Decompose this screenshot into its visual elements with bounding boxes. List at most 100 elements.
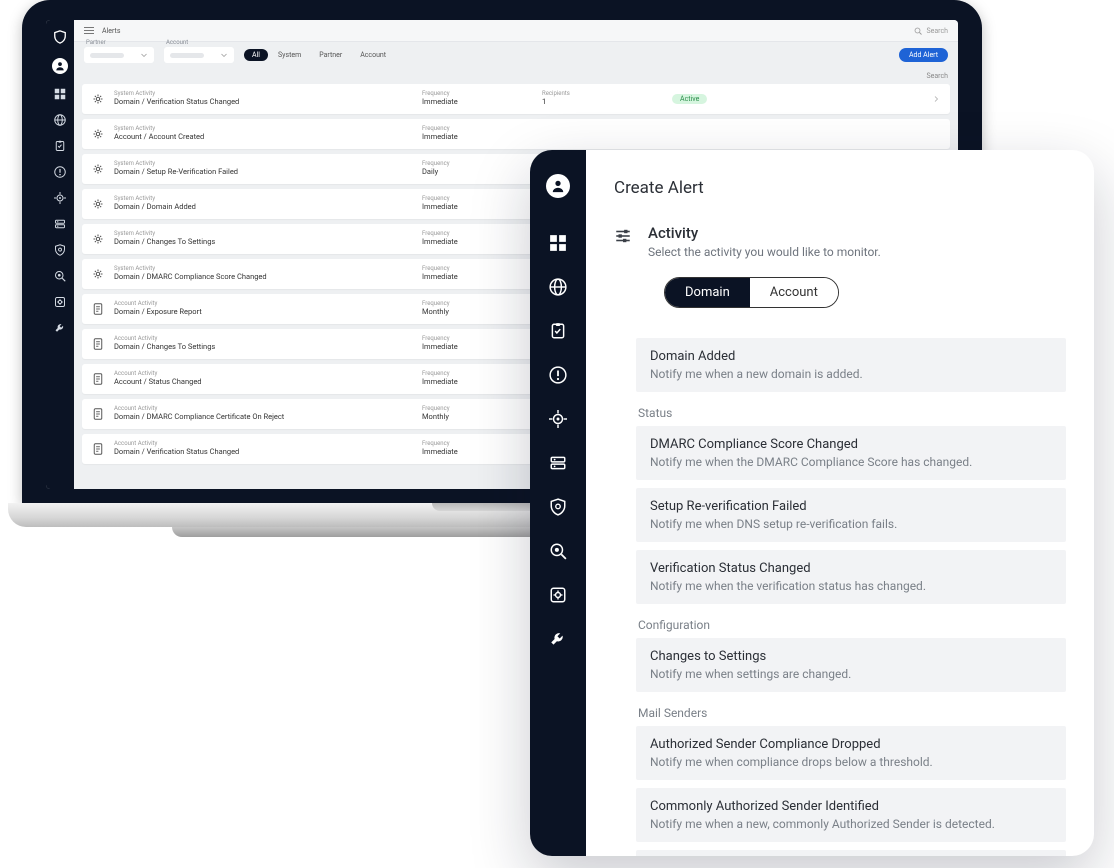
row-freq-value: Immediate [422,203,458,212]
row-type-icon [92,303,104,315]
filter-tab-partner[interactable]: Partner [311,49,350,61]
row-freq-value: Immediate [422,343,458,352]
row-title: Domain / Setup Re-Verification Failed [114,168,238,177]
row-type-icon [92,338,104,350]
filter-partner-dropdown[interactable]: Partner [84,47,154,63]
filter-tab-all[interactable]: All [244,49,268,61]
row-type-icon [92,373,104,385]
dropdown-value-placeholder [90,53,124,58]
toggle-domain[interactable]: Domain [665,278,750,307]
activity-option[interactable]: DMARC Compliance Score Changed Notify me … [636,426,1066,480]
dropdown-label: Partner [86,39,106,46]
nav-gear-box-icon[interactable] [54,296,66,308]
pnav-server-icon[interactable] [549,454,567,472]
pnav-shield-search-icon[interactable] [549,498,567,516]
pnav-gear-box-icon[interactable] [549,586,567,604]
panel-user-avatar[interactable] [546,174,570,198]
option-desc: Notify me when a new domain is added. [650,367,1052,381]
row-freq-value: Immediate [422,448,458,457]
filter-tab-system[interactable]: System [270,49,309,61]
alert-row[interactable]: System ActivityDomain / Verification Sta… [82,84,950,114]
panel-title: Create Alert [586,178,1094,224]
group-label: Status [638,406,1066,420]
chevron-down-icon [140,51,148,59]
row-title: Account / Account Created [114,133,204,142]
activity-option[interactable]: Commonly Authorized Sender Identified Not… [636,788,1066,842]
option-desc: Notify me when settings are changed. [650,667,1052,681]
activity-option-list: Domain Added Notify me when a new domain … [586,338,1094,856]
pnav-target-icon[interactable] [549,410,567,428]
pnav-wrench-icon[interactable] [549,630,567,648]
row-freq-value: Immediate [422,378,458,387]
row-title: Domain / DMARC Compliance Score Changed [114,273,267,282]
row-category: Account Activity [114,301,202,308]
activity-option[interactable]: Authorized Sender Compliance DroppedNoti… [636,726,1066,780]
row-title: Domain / Changes To Settings [114,343,215,352]
nav-dashboard-icon[interactable] [54,88,66,100]
option-title: Changes to Settings [650,649,1052,664]
row-type-icon [92,268,104,280]
option-title: Domain Added [650,349,1052,364]
list-search-label: Search [926,68,958,80]
sliders-icon [614,227,632,245]
nav-shield-search-icon[interactable] [54,244,66,256]
option-title: DMARC Compliance Score Changed [650,437,1052,452]
row-category: System Activity [114,161,238,168]
pnav-alert-icon[interactable] [549,366,567,384]
row-freq-value: Daily [422,168,450,177]
activity-option[interactable]: Setup Re-verification FailedNotify me wh… [636,488,1066,542]
app-sidebar [46,20,74,489]
activity-option[interactable]: Threat Level IncreasedNotify me when Thr… [636,850,1066,856]
filter-tab-account[interactable]: Account [352,49,394,61]
alert-row[interactable]: System ActivityAccount / Account Created… [82,119,950,149]
row-category: System Activity [114,266,267,273]
app-logo-shield-icon [53,30,67,44]
nav-target-icon[interactable] [54,192,66,204]
search-placeholder: Search [926,27,948,35]
filter-account-dropdown[interactable]: Account [164,47,234,63]
option-title: Commonly Authorized Sender Identified [650,799,1052,814]
option-group: Configuration Changes to Settings Notify m… [636,618,1066,692]
option-desc: Notify me when the verification status h… [650,579,1052,593]
row-freq-value: Immediate [422,133,458,142]
option-group: Status DMARC Compliance Score Changed Noti… [636,406,1066,604]
pnav-globe-icon[interactable] [549,278,567,296]
row-freq-value: Immediate [422,273,458,282]
pnav-eye-search-icon[interactable] [549,542,567,560]
top-search[interactable]: Search [914,27,948,35]
row-title: Domain / Exposure Report [114,308,202,317]
pnav-clipboard-icon[interactable] [549,322,567,340]
option-title: Authorized Sender Compliance Dropped [650,737,1052,752]
nav-globe-icon[interactable] [54,114,66,126]
group-label: Mail Senders [638,706,1066,720]
activity-option[interactable]: Domain Added Notify me when a new domain … [636,338,1066,392]
option-desc: Notify me when a new, commonly Authorize… [650,817,1052,831]
row-type-icon [92,163,104,175]
topbar: Alerts Search [74,20,958,42]
user-avatar[interactable] [52,58,68,74]
nav-clipboard-icon[interactable] [54,140,66,152]
toggle-account[interactable]: Account [750,278,838,307]
nav-alert-icon[interactable] [54,166,66,178]
row-category: Account Activity [114,336,215,343]
filter-row: Partner Account AllSystemPartnerAccount … [74,42,958,68]
nav-wrench-icon[interactable] [54,322,66,334]
panel-main: Create Alert Activity Select the activit… [586,150,1094,856]
row-title: Domain / Verification Status Changed [114,98,239,107]
row-category: Account Activity [114,406,284,413]
nav-server-icon[interactable] [54,218,66,230]
activity-subtext: Select the activity you would like to mo… [648,245,881,259]
menu-toggle-icon[interactable] [84,26,94,36]
row-type-icon [92,198,104,210]
row-title: Account / Status Changed [114,378,202,387]
nav-eye-search-icon[interactable] [54,270,66,282]
group-label: Configuration [638,618,1066,632]
row-freq-value: Immediate [422,98,458,107]
option-desc: Notify me when the DMARC Compliance Scor… [650,455,1052,469]
add-alert-button[interactable]: Add Alert [899,48,948,62]
tab-group: AllSystemPartnerAccount [244,49,394,61]
activity-option[interactable]: Verification Status ChangedNotify me whe… [636,550,1066,604]
row-title: Domain / Changes To Settings [114,238,215,247]
pnav-dashboard-icon[interactable] [549,234,567,252]
activity-option[interactable]: Changes to Settings Notify me when settin… [636,638,1066,692]
